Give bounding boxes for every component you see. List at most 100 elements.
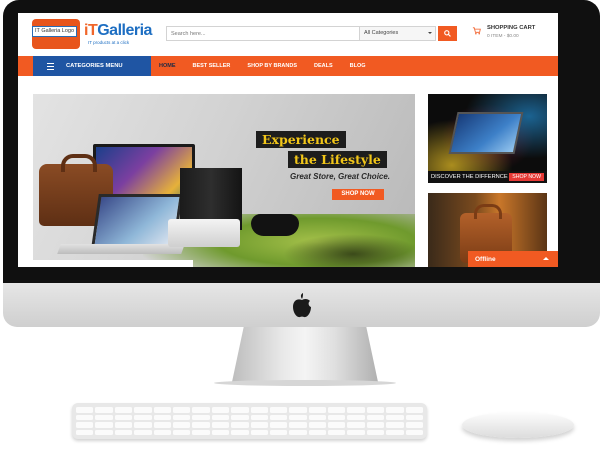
hero-caption-strip [33, 260, 193, 267]
keyboard-key [192, 414, 210, 420]
keyboard-key [386, 407, 404, 413]
hero-banner[interactable]: Experience the Lifestyle Great Store, Gr… [33, 94, 415, 267]
keyboard-key [269, 407, 288, 413]
keyboard-key [76, 429, 94, 435]
keyboard-key [308, 429, 327, 435]
keyboard-key [269, 429, 288, 435]
laptop-base-image [57, 244, 185, 254]
keyboard-key [76, 407, 94, 413]
keyboard-key [289, 429, 307, 435]
convertible-laptop-image [448, 112, 524, 154]
hero-shop-now-button[interactable]: SHOP NOW [332, 189, 384, 200]
keyboard-key [134, 407, 152, 413]
nav-item-deals[interactable]: DEALS [314, 63, 333, 69]
category-select-value: All Categories [364, 30, 399, 36]
category-select[interactable]: All Categories [359, 27, 435, 40]
keyboard-key [231, 414, 249, 420]
keyboard [72, 403, 427, 439]
side-banner-laptop[interactable]: DISCOVER THE DIFFERNCE SHOP NOW [428, 94, 547, 183]
keyboard-key [366, 429, 385, 435]
keyboard-key [172, 422, 191, 428]
keyboard-key [211, 407, 230, 413]
brand-tagline: IT products at a click [88, 40, 130, 45]
side-banner-caption-text: DISCOVER THE DIFFERNCE [431, 174, 508, 180]
keyboard-key [172, 429, 191, 435]
keyboard-key [114, 414, 133, 420]
cart-title: SHOPPING CART [487, 25, 536, 31]
side-banner-shop-now-button[interactable]: SHOP NOW [509, 173, 544, 181]
keyboard-key [347, 414, 365, 420]
apple-logo-icon [292, 293, 311, 318]
categories-menu-label: CATEGORIES MENU [66, 63, 123, 69]
brand-main: Galleria [97, 22, 152, 39]
keyboard-key [114, 407, 133, 413]
bag-handle [474, 204, 502, 219]
nav-item-shop-by-brands[interactable]: SHOP BY BRANDS [247, 63, 297, 69]
keyboard-key [134, 422, 152, 428]
keyboard-key [347, 407, 365, 413]
keyboard-key [405, 422, 423, 428]
keyboard-key [211, 414, 230, 420]
keyboard-key [289, 407, 307, 413]
bag-handle [61, 154, 97, 172]
keyboard-key [76, 422, 94, 428]
keyboard-key [366, 407, 385, 413]
keyboard-key [192, 429, 210, 435]
brand-prefix: iT [84, 22, 98, 39]
keyboard-key [76, 414, 94, 420]
categories-menu-button[interactable]: CATEGORIES MENU [33, 56, 151, 76]
side-banner-caption: DISCOVER THE DIFFERNCE SHOP NOW [428, 171, 547, 183]
keyboard-key [192, 422, 210, 428]
magic-mouse [462, 412, 574, 438]
nav-item-blog[interactable]: BLOG [350, 63, 366, 69]
keyboard-key [386, 414, 404, 420]
keyboard-key [211, 429, 230, 435]
keyboard-key [134, 429, 152, 435]
search-input[interactable] [167, 27, 363, 40]
keyboard-key [328, 414, 346, 420]
keyboard-key [231, 407, 249, 413]
cart-summary: 0 ITEM - $0.00 [487, 34, 519, 39]
imac-chin [3, 283, 600, 327]
keyboard-key [405, 407, 423, 413]
keyboard-key [114, 429, 133, 435]
nav-item-home[interactable]: HOME [159, 63, 176, 69]
keyboard-key [386, 422, 404, 428]
search-button[interactable] [438, 26, 457, 41]
keyboard-key [250, 407, 268, 413]
keyboard-key [386, 429, 404, 435]
keyboard-key [308, 414, 327, 420]
nav-items: HOME BEST SELLER SHOP BY BRANDS DEALS BL… [159, 56, 383, 76]
keyboard-key [328, 429, 346, 435]
keyboard-key [134, 414, 152, 420]
chat-widget[interactable]: Offline [468, 251, 558, 267]
imac-stand [232, 327, 378, 382]
keyboard-key [289, 414, 307, 420]
keyboard-key [405, 414, 423, 420]
keyboard-key [405, 429, 423, 435]
keyboard-key [347, 422, 365, 428]
keyboard-key [269, 414, 288, 420]
keyboard-key [231, 422, 249, 428]
laptop-screen-image [94, 197, 180, 245]
keyboard-key [308, 422, 327, 428]
hamburger-icon [47, 62, 54, 70]
gamepad-image [251, 214, 299, 236]
keyboard-key [211, 422, 230, 428]
search-bar: All Categories [166, 26, 436, 41]
hero-shadow-bg [283, 234, 415, 267]
hero-headline-2: the Lifestyle [288, 151, 387, 168]
keyboard-key [172, 407, 191, 413]
keyboard-key [328, 407, 346, 413]
screen: IT Galleria Logo iTGalleria IT products … [18, 13, 558, 267]
keyboard-key [269, 422, 288, 428]
keyboard-key [192, 407, 210, 413]
keyboard-key [366, 422, 385, 428]
nav-item-best-seller[interactable]: BEST SELLER [193, 63, 231, 69]
keyboard-key [114, 422, 133, 428]
keyboard-key [95, 407, 113, 413]
keyboard-key [95, 414, 113, 420]
keyboard-key [95, 422, 113, 428]
chevron-down-icon [428, 32, 432, 34]
brand-name[interactable]: iTGalleria [84, 22, 152, 40]
